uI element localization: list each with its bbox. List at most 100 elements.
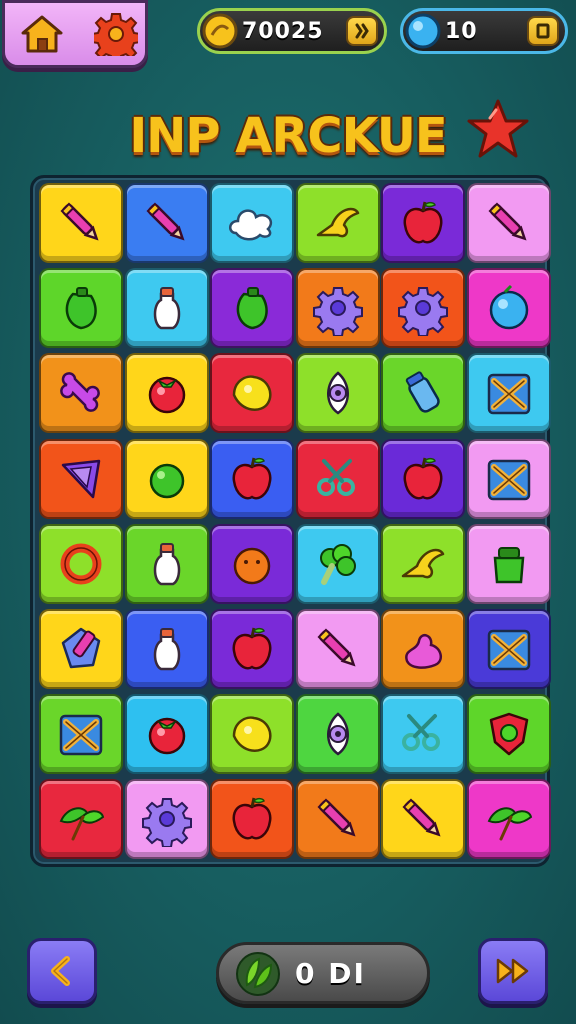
board-tile-1-2[interactable]	[124, 183, 209, 263]
board-tile-1-5[interactable]	[381, 183, 466, 263]
cross-box-icon	[487, 629, 531, 671]
board-tile-2-3[interactable]	[210, 268, 295, 349]
board-tile-8-1[interactable]	[39, 779, 123, 860]
board-tile-5-2[interactable]	[124, 523, 209, 604]
game-board	[30, 175, 551, 867]
coins-value: 70025	[242, 19, 324, 44]
board-tile-2-2[interactable]	[124, 268, 209, 349]
apple-icon	[403, 457, 443, 499]
score-counter: 0 DI	[216, 942, 430, 1004]
bottle-icon	[153, 287, 180, 330]
kite-icon	[61, 459, 101, 498]
board-tile-4-6[interactable]	[467, 438, 551, 519]
blob-icon	[405, 633, 443, 669]
board-tile-8-2[interactable]	[124, 779, 209, 860]
leaf-icon	[487, 807, 533, 841]
crystal-icon	[61, 627, 101, 669]
board-tile-3-2[interactable]	[124, 353, 209, 434]
apple-icon	[232, 627, 272, 670]
board-tile-4-2[interactable]	[124, 438, 209, 519]
apple-icon	[232, 457, 272, 499]
board-tile-4-5[interactable]	[381, 438, 466, 519]
star-icon	[467, 99, 529, 158]
gems-value: 10	[445, 19, 478, 44]
previous-button[interactable]	[27, 938, 97, 1004]
board-tile-1-1[interactable]	[39, 183, 123, 263]
lime-icon	[149, 463, 184, 498]
board-tile-6-3[interactable]	[210, 609, 295, 689]
gear-icon	[398, 287, 449, 337]
board-tile-3-6[interactable]	[467, 353, 551, 434]
board-tile-8-6[interactable]	[467, 779, 551, 860]
orange-icon	[233, 547, 271, 585]
apple-icon	[403, 201, 443, 244]
board-tile-2-6[interactable]	[467, 268, 551, 349]
board-tile-6-2[interactable]	[124, 609, 209, 689]
bottle-icon	[153, 628, 180, 671]
home-icon	[21, 15, 63, 53]
board-tile-2-1[interactable]	[39, 268, 123, 349]
board-tile-1-4[interactable]	[295, 183, 380, 263]
lemon-icon	[232, 716, 272, 753]
cross-box-icon	[59, 714, 103, 756]
board-tile-6-5[interactable]	[381, 609, 466, 689]
scissors-icon	[402, 714, 441, 752]
board-tile-3-1[interactable]	[39, 353, 123, 434]
board-tile-5-5[interactable]	[381, 523, 466, 604]
board-tile-5-3[interactable]	[210, 523, 295, 604]
board-tile-5-6[interactable]	[467, 523, 551, 604]
menu-panel	[2, 0, 148, 68]
pen-icon	[317, 628, 356, 667]
board-tile-6-1[interactable]	[39, 609, 123, 689]
gems-counter: 10	[400, 8, 568, 54]
board-tile-1-3[interactable]	[210, 183, 295, 263]
board-tile-6-6[interactable]	[467, 609, 551, 689]
eye-icon	[326, 712, 349, 756]
board-tile-4-3[interactable]	[210, 438, 295, 519]
bone-icon	[60, 372, 100, 413]
board-tile-5-1[interactable]	[39, 523, 123, 604]
apple-icon	[232, 798, 272, 840]
settings-button[interactable]	[91, 11, 141, 57]
board-tile-3-5[interactable]	[381, 353, 466, 434]
board-tile-2-4[interactable]	[295, 268, 380, 349]
broccoli-icon	[319, 543, 356, 585]
lemon-icon	[232, 375, 272, 412]
horn-icon	[316, 207, 360, 238]
board-tile-3-3[interactable]	[210, 353, 295, 434]
ring-icon	[60, 543, 102, 585]
pen-icon	[317, 798, 356, 837]
board-tile-7-2[interactable]	[124, 694, 209, 775]
pen-icon	[488, 202, 527, 241]
board-tile-7-6[interactable]	[467, 694, 551, 775]
chevron-left-icon	[51, 956, 70, 986]
coin-icon	[202, 13, 238, 49]
gems-action-button[interactable]	[527, 16, 559, 46]
next-button[interactable]	[478, 938, 548, 1004]
gear-icon	[94, 13, 138, 56]
board-tile-2-5[interactable]	[381, 268, 466, 349]
board-tile-8-4[interactable]	[295, 779, 380, 860]
board-tile-4-4[interactable]	[295, 438, 380, 519]
horn-icon	[402, 548, 445, 579]
board-tile-6-4[interactable]	[295, 609, 380, 689]
square-icon	[536, 23, 550, 39]
board-tile-8-3[interactable]	[210, 779, 295, 860]
board-tile-7-1[interactable]	[39, 694, 123, 775]
board-tile-4-1[interactable]	[39, 438, 123, 519]
home-button[interactable]	[17, 11, 67, 57]
board-tile-1-6[interactable]	[467, 183, 551, 263]
tomato-icon	[148, 717, 185, 755]
board-tile-7-5[interactable]	[381, 694, 466, 775]
pepper-icon	[65, 287, 97, 330]
board-tile-7-3[interactable]	[210, 694, 295, 775]
board-tile-7-4[interactable]	[295, 694, 380, 775]
gear-icon	[312, 287, 363, 337]
board-tile-5-4[interactable]	[295, 523, 380, 604]
leaf-icon	[59, 807, 105, 841]
board-tile-8-5[interactable]	[381, 779, 466, 860]
coins-action-button[interactable]	[346, 16, 378, 46]
pause-icon	[355, 23, 369, 39]
eye-icon	[326, 371, 349, 415]
board-tile-3-4[interactable]	[295, 353, 380, 434]
